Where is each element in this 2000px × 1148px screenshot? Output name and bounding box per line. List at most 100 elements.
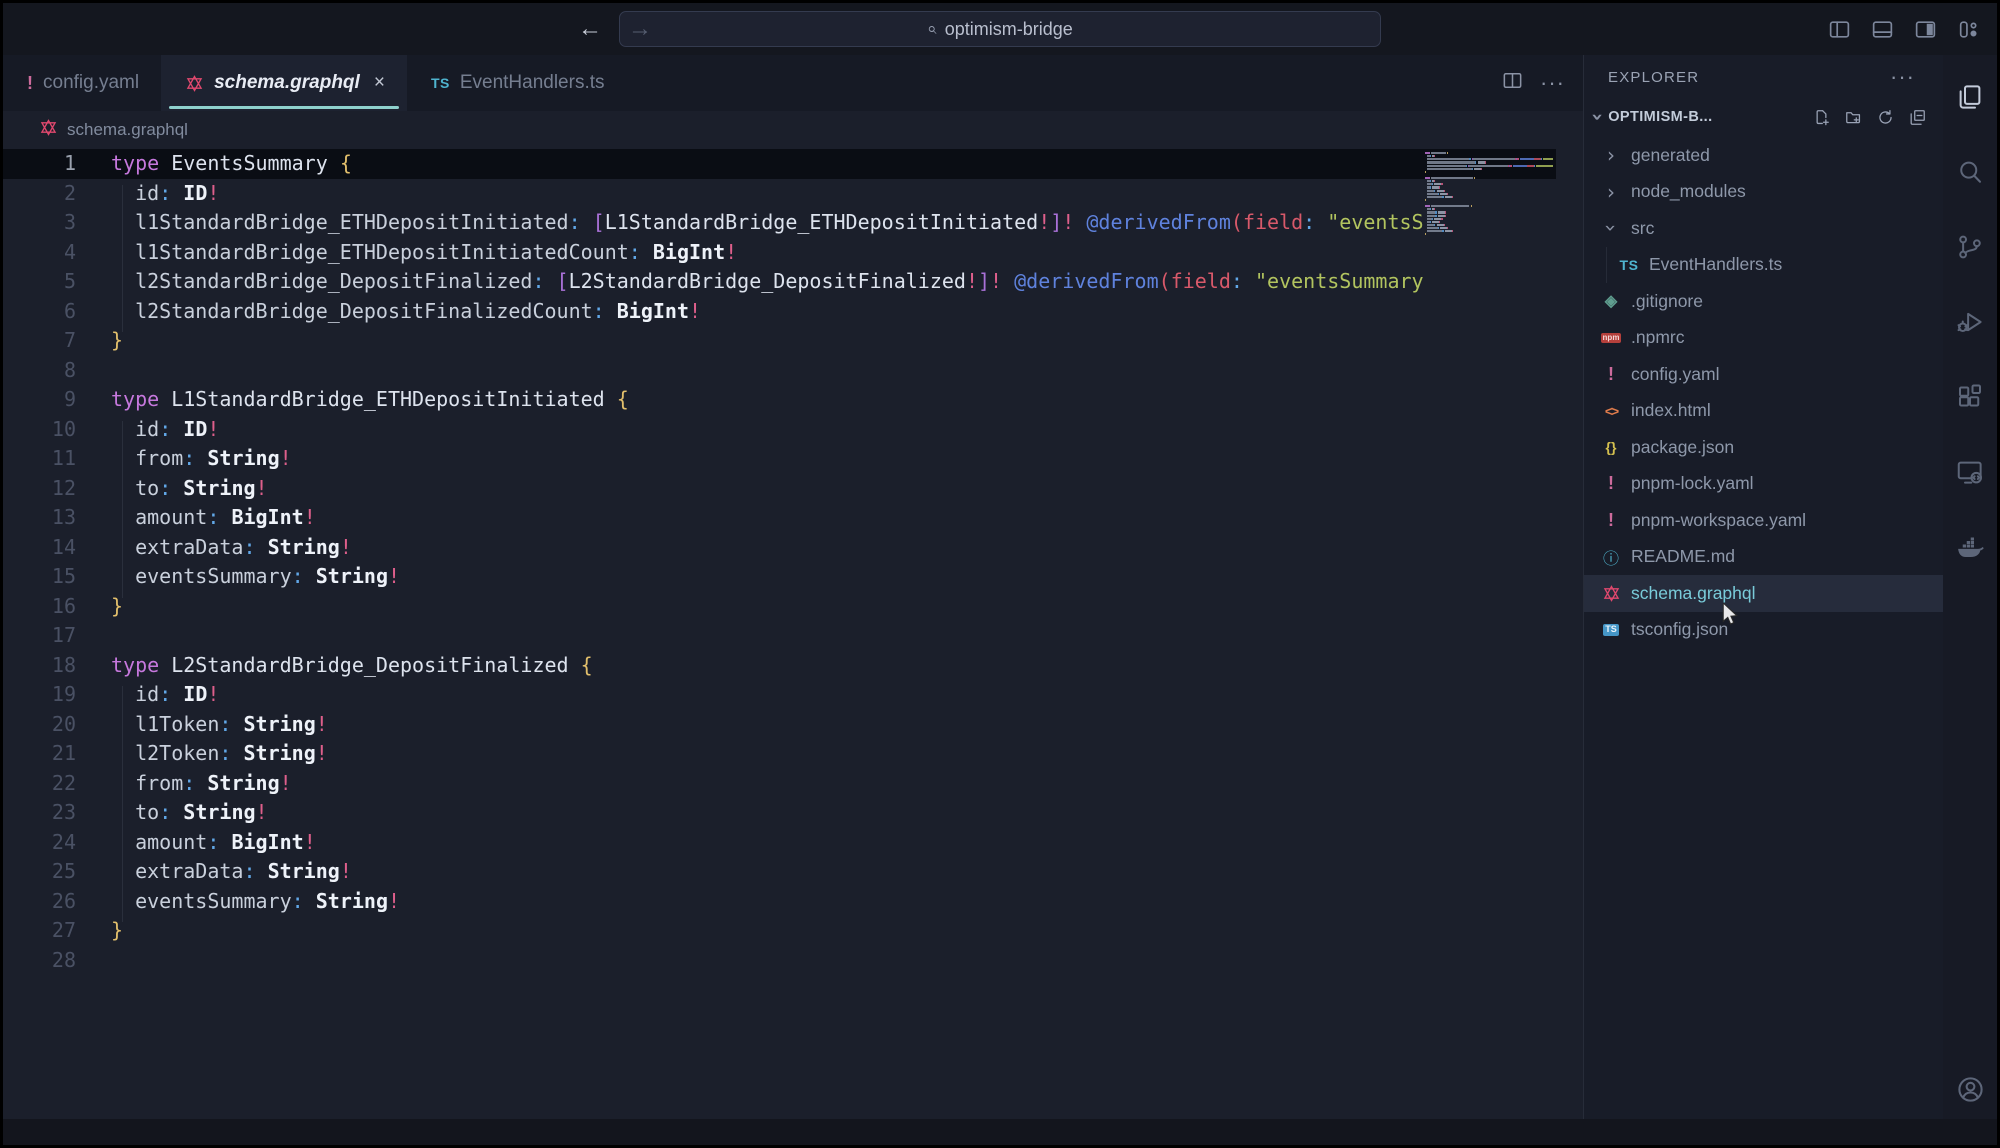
- line-text: }: [111, 916, 1451, 946]
- minimap[interactable]: [1425, 152, 1557, 248]
- line-text: eventsSummary: String!: [111, 562, 1451, 592]
- code-line-21[interactable]: 21 l2Token: String!: [3, 739, 1583, 769]
- tab-config.yaml[interactable]: ! config.yaml: [3, 55, 161, 111]
- split-editor-icon[interactable]: [1501, 69, 1524, 97]
- line-text: amount: BigInt!: [111, 503, 1451, 533]
- code-line-25[interactable]: 25 extraData: String!: [3, 857, 1583, 887]
- code-line-27[interactable]: 27}: [3, 916, 1583, 946]
- tab-schema.graphql[interactable]: schema.graphql ×: [161, 55, 407, 111]
- code-line-18[interactable]: 18type L2StandardBridge_DepositFinalized…: [3, 651, 1583, 681]
- line-text: l1Token: String!: [111, 710, 1451, 740]
- file-item-config.yaml[interactable]: ! config.yaml: [1584, 356, 1943, 393]
- code-line-20[interactable]: 20 l1Token: String!: [3, 710, 1583, 740]
- forward-arrow-icon[interactable]: →: [628, 15, 652, 43]
- code-line-24[interactable]: 24 amount: BigInt!: [3, 828, 1583, 858]
- close-tab-icon[interactable]: ×: [374, 72, 385, 94]
- code-line-8[interactable]: 8: [3, 356, 1583, 386]
- code-line-7[interactable]: 7}: [3, 326, 1583, 356]
- activity-docker[interactable]: [1943, 509, 1997, 584]
- back-arrow-icon[interactable]: ←: [578, 15, 602, 43]
- code-line-19[interactable]: 19 id: ID!: [3, 680, 1583, 710]
- main-area: ! config.yaml schema.graphql × TS EventH…: [3, 55, 1997, 1119]
- collapse-all-icon[interactable]: [1908, 108, 1927, 127]
- code-line-1[interactable]: 1type EventsSummary {: [3, 149, 1556, 179]
- activity-extensions[interactable]: [1943, 359, 1997, 434]
- file-item-index.html[interactable]: <> index.html: [1584, 393, 1943, 430]
- file-item-tsconfig.json[interactable]: TS tsconfig.json: [1584, 612, 1943, 649]
- info-icon: ⓘ: [1603, 545, 1619, 569]
- minimap-line: [1425, 165, 1557, 167]
- explorer-toolbar: [1812, 108, 1927, 127]
- layout-panel-left-icon[interactable]: [1827, 17, 1852, 42]
- layout-panel-right-icon[interactable]: [1913, 17, 1938, 42]
- file-item-pnpm-workspace.yaml[interactable]: ! pnpm-workspace.yaml: [1584, 502, 1943, 539]
- code-line-4[interactable]: 4 l1StandardBridge_ETHDepositInitiatedCo…: [3, 238, 1583, 268]
- line-text: l2StandardBridge_DepositFinalized: [L2St…: [111, 267, 1451, 297]
- minimap-line: [1425, 168, 1557, 170]
- activity-source-control[interactable]: [1943, 209, 1997, 284]
- file-item-src[interactable]: › src: [1584, 210, 1943, 247]
- search-value: optimism-bridge: [945, 19, 1073, 40]
- code-line-5[interactable]: 5 l2StandardBridge_DepositFinalized: [L2…: [3, 267, 1583, 297]
- project-root-row[interactable]: › OPTIMISM-B...: [1584, 99, 1943, 135]
- file-item-README.md[interactable]: ⓘ README.md: [1584, 539, 1943, 576]
- file-item-schema.graphql[interactable]: schema.graphql: [1584, 575, 1943, 612]
- git-icon: ◈: [1605, 291, 1617, 311]
- new-folder-icon[interactable]: [1844, 108, 1863, 127]
- refresh-icon[interactable]: [1876, 108, 1895, 127]
- activity-search[interactable]: [1943, 134, 1997, 209]
- code-line-14[interactable]: 14 extraData: String!: [3, 533, 1583, 563]
- line-text: l1StandardBridge_ETHDepositInitiated: [L…: [111, 208, 1451, 238]
- activity-explorer[interactable]: [1943, 59, 1997, 134]
- file-item-package.json[interactable]: {} package.json: [1584, 429, 1943, 466]
- sidebar-more-icon[interactable]: ···: [1890, 64, 1915, 90]
- layout-panel-bottom-icon[interactable]: [1870, 17, 1895, 42]
- code-line-2[interactable]: 2 id: ID!: [3, 179, 1583, 209]
- code-line-9[interactable]: 9type L1StandardBridge_ETHDepositInitiat…: [3, 385, 1583, 415]
- line-text: [111, 356, 1451, 386]
- sidebar-title: EXPLORER: [1608, 69, 1699, 86]
- more-actions-icon[interactable]: ···: [1540, 70, 1565, 96]
- file-label: .gitignore: [1631, 291, 1703, 312]
- file-item-generated[interactable]: › generated: [1584, 137, 1943, 174]
- file-item-node_modules[interactable]: › node_modules: [1584, 174, 1943, 211]
- code-line-15[interactable]: 15 eventsSummary: String!: [3, 562, 1583, 592]
- tab-label: config.yaml: [43, 72, 139, 94]
- code-line-11[interactable]: 11 from: String!: [3, 444, 1583, 474]
- layout-customize-icon[interactable]: [1956, 17, 1981, 42]
- breadcrumb[interactable]: schema.graphql: [3, 111, 1583, 149]
- vscode-window: ← → ⌕ optimism-bridge ! config.yaml sche…: [3, 3, 1997, 1145]
- line-number: 23: [3, 798, 76, 828]
- file-item-pnpm-lock.yaml[interactable]: ! pnpm-lock.yaml: [1584, 466, 1943, 503]
- activity-run-debug[interactable]: [1943, 284, 1997, 359]
- file-item-.gitignore[interactable]: ◈ .gitignore: [1584, 283, 1943, 320]
- code-line-26[interactable]: 26 eventsSummary: String!: [3, 887, 1583, 917]
- minimap-line: [1425, 174, 1557, 176]
- tab-EventHandlers.ts[interactable]: TS EventHandlers.ts: [407, 55, 627, 111]
- minimap-line: [1425, 155, 1557, 157]
- graphql-icon: [1602, 584, 1621, 603]
- code-line-16[interactable]: 16}: [3, 592, 1583, 622]
- code-line-10[interactable]: 10 id: ID!: [3, 415, 1583, 445]
- history-nav: ← →: [578, 3, 652, 55]
- new-file-icon[interactable]: [1812, 108, 1831, 127]
- file-item-EventHandlers.ts[interactable]: TS EventHandlers.ts: [1584, 247, 1943, 284]
- code-line-6[interactable]: 6 l2StandardBridge_DepositFinalizedCount…: [3, 297, 1583, 327]
- code-line-12[interactable]: 12 to: String!: [3, 474, 1583, 504]
- code-line-13[interactable]: 13 amount: BigInt!: [3, 503, 1583, 533]
- minimap-line: [1425, 227, 1557, 229]
- code-line-22[interactable]: 22 from: String!: [3, 769, 1583, 799]
- file-item-.npmrc[interactable]: npm .npmrc: [1584, 320, 1943, 357]
- line-number: 26: [3, 887, 76, 917]
- ts-badge-icon: TS: [1603, 624, 1620, 636]
- code-line-3[interactable]: 3 l1StandardBridge_ETHDepositInitiated: …: [3, 208, 1583, 238]
- code-line-17[interactable]: 17: [3, 621, 1583, 651]
- code-editor[interactable]: 1type EventsSummary {2 id: ID!3 l1Standa…: [3, 149, 1583, 1119]
- command-center-search[interactable]: ⌕ optimism-bridge: [619, 11, 1381, 47]
- code-line-23[interactable]: 23 to: String!: [3, 798, 1583, 828]
- activity-remote-explorer[interactable]: [1943, 434, 1997, 509]
- file-label: EventHandlers.ts: [1649, 254, 1782, 275]
- activity-account[interactable]: [1955, 1074, 1986, 1105]
- code-line-28[interactable]: 28: [3, 946, 1583, 976]
- ts-icon: TS: [431, 75, 450, 91]
